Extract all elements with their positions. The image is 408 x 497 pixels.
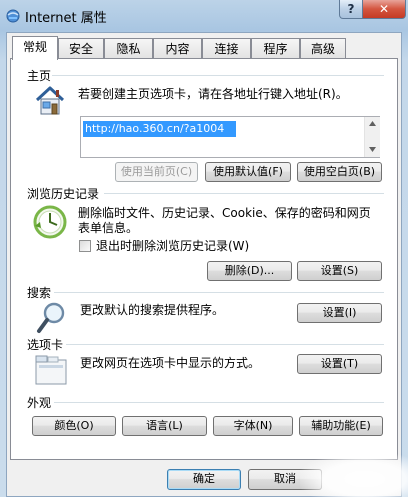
tab-label: 隐私: [116, 42, 141, 56]
appearance-divider: [54, 402, 384, 403]
window-title: Internet 属性: [25, 11, 107, 26]
history-divider: [104, 193, 384, 194]
scroll-down-icon[interactable]: [369, 147, 376, 152]
history-section-title: 浏览历史记录: [27, 187, 100, 201]
tab-privacy[interactable]: 隐私: [104, 38, 153, 58]
help-button[interactable]: ?: [339, 0, 363, 19]
home-section-title: 主页: [27, 69, 52, 83]
close-icon: ✕: [378, 2, 390, 16]
tab-label: 常规: [22, 40, 47, 54]
tabs-section-title: 选项卡: [27, 338, 64, 352]
help-icon: ?: [347, 2, 355, 16]
tab-security[interactable]: 安全: [58, 38, 104, 58]
accessibility-button[interactable]: 辅助功能(E): [299, 416, 383, 436]
ok-button[interactable]: 确定: [167, 469, 241, 490]
title-bar[interactable]: Internet 属性 ? ✕: [0, 0, 408, 32]
delete-history-button[interactable]: 删除(D)...: [207, 261, 292, 281]
close-button[interactable]: ✕: [362, 0, 406, 19]
tabs-icon: [35, 355, 67, 385]
scroll-up-icon[interactable]: [369, 121, 376, 126]
search-settings-button[interactable]: 设置(I): [297, 303, 382, 323]
home-divider: [52, 75, 384, 76]
home-page-url-value: http://hao.360.cn/?a1004: [83, 121, 236, 137]
colors-button[interactable]: 颜色(O): [32, 416, 116, 436]
appearance-section-title: 外观: [27, 396, 52, 410]
watermark-overlay: [300, 452, 408, 497]
tab-content[interactable]: 内容: [153, 38, 202, 58]
tab-label: 程序: [263, 42, 288, 56]
search-section-title: 搜索: [27, 286, 52, 300]
delete-on-exit-checkbox[interactable]: [79, 240, 91, 252]
search-magnifier-icon: [37, 302, 65, 333]
home-description: 若要创建主页选项卡，请在各地址行键入地址(R)。: [78, 87, 348, 101]
tab-programs[interactable]: 程序: [251, 38, 300, 58]
languages-button[interactable]: 语言(L): [122, 416, 207, 436]
tabs-settings-button[interactable]: 设置(T): [297, 354, 382, 374]
tabs-divider: [66, 344, 384, 345]
internet-options-icon: [6, 9, 20, 23]
history-clock-icon: [33, 205, 67, 239]
tab-label: 内容: [165, 42, 190, 56]
tab-label: 安全: [68, 42, 93, 56]
tab-label: 高级: [310, 42, 335, 56]
tab-connections[interactable]: 连接: [202, 38, 251, 58]
url-scrollbar[interactable]: [364, 117, 380, 157]
use-default-button[interactable]: 使用默认值(F): [205, 162, 291, 182]
tab-label: 连接: [214, 42, 239, 56]
delete-on-exit-label: 退出时删除浏览历史记录(W): [96, 239, 250, 253]
history-settings-button[interactable]: 设置(S): [297, 261, 382, 281]
search-divider: [54, 292, 384, 293]
use-current-button[interactable]: 使用当前页(C): [115, 162, 198, 182]
tab-advanced[interactable]: 高级: [300, 38, 346, 58]
fonts-button[interactable]: 字体(N): [213, 416, 293, 436]
use-blank-button[interactable]: 使用空白页(B): [297, 162, 382, 182]
tabs-description: 更改网页在选项卡中显示的方式。: [80, 356, 261, 370]
history-description-line2: 表单信息。: [78, 221, 139, 235]
tab-general[interactable]: 常规: [12, 36, 58, 60]
search-description: 更改默认的搜索提供程序。: [80, 303, 225, 317]
home-icon: [35, 86, 65, 115]
